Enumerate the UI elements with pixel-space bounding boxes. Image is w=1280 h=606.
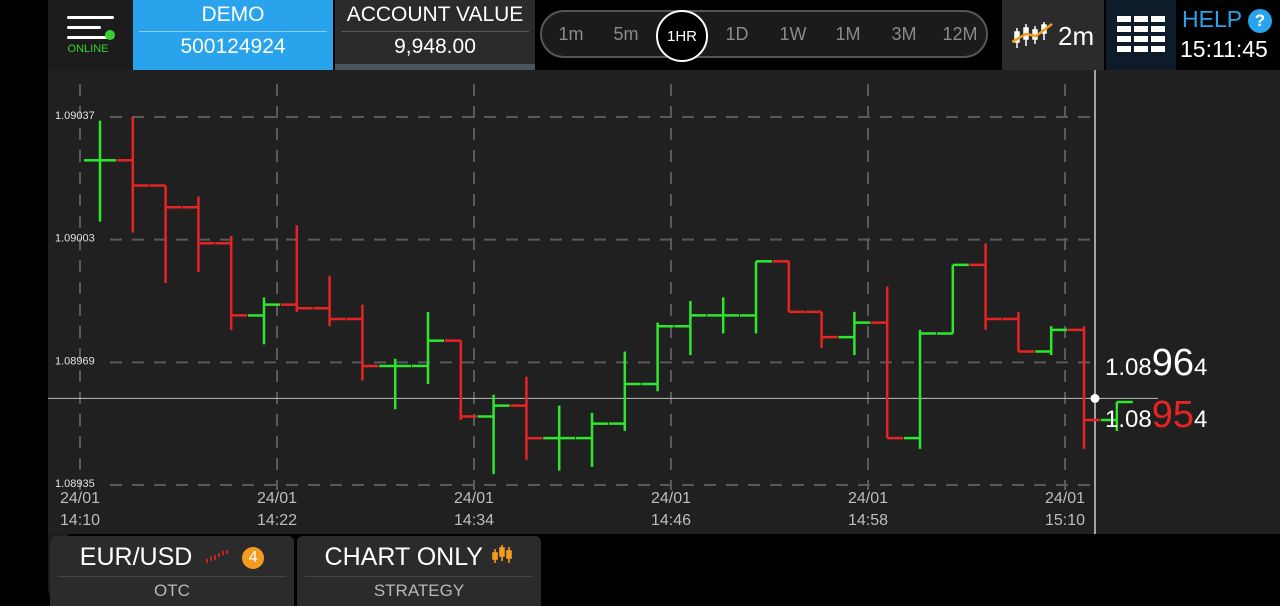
- strategy-candle-icon: [492, 545, 513, 563]
- timeframe-1mo[interactable]: 1M: [823, 12, 873, 56]
- ohlc-bar: [641, 322, 674, 392]
- ask-price-prefix: 1.08: [1105, 354, 1152, 381]
- top-bar: ONLINE DEMO 500124924 ACCOUNT VALUE 9,94…: [0, 0, 1280, 70]
- x-tick-time: 14:10: [60, 512, 100, 529]
- demo-label: DEMO: [201, 3, 265, 26]
- account-value-label: ACCOUNT VALUE: [346, 3, 524, 26]
- ohlc-bar: [84, 120, 116, 222]
- x-tick-date: 24/01: [651, 490, 691, 507]
- layout-grid-button[interactable]: [1106, 0, 1176, 70]
- timeframe-3m[interactable]: 3M: [879, 12, 929, 56]
- ohlc-bar: [116, 117, 149, 233]
- y-tick-label: 1.08969: [55, 355, 95, 367]
- y-tick-label: 1.09037: [55, 110, 95, 122]
- candlestick-icon: [1012, 22, 1053, 48]
- online-status-dot: [105, 30, 115, 40]
- ohlc-bar: [280, 225, 313, 312]
- asset-type: OTC: [154, 581, 190, 600]
- ohlc-bar: [412, 311, 444, 384]
- ohlc-bar: [510, 376, 543, 460]
- timeframe-12m[interactable]: 12M: [935, 12, 985, 56]
- x-tick-date: 24/01: [848, 490, 888, 507]
- ohlc-bar: [248, 297, 280, 345]
- bid-price-prefix: 1.08: [1105, 406, 1152, 433]
- ohlc-bar: [936, 263, 969, 335]
- ohlc-bar: [313, 275, 346, 327]
- ohlc-bar: [477, 394, 510, 475]
- menu-button[interactable]: ONLINE: [48, 0, 133, 70]
- account-value-panel[interactable]: ACCOUNT VALUE 9,948.00: [335, 0, 535, 70]
- bid-price: 1.08954: [1105, 394, 1207, 437]
- asset-selector[interactable]: EUR/USD 4 OTC: [50, 536, 294, 606]
- timeframe-1m[interactable]: 1m: [546, 12, 596, 56]
- ohlc-bar: [379, 358, 412, 410]
- help-link[interactable]: HELP: [1182, 6, 1242, 33]
- x-tick-date: 24/01: [60, 490, 100, 507]
- ask-price-suffix: 4: [1194, 354, 1208, 381]
- ohlc-bar: [740, 260, 772, 334]
- strategy-name: CHART ONLY: [324, 543, 483, 571]
- timeframe-5m[interactable]: 5m: [601, 12, 651, 56]
- ohlc-bar: [674, 301, 707, 356]
- asset-name: EUR/USD: [79, 543, 193, 571]
- ask-price: 1.08964: [1105, 342, 1207, 385]
- bid-price-pips: 95: [1151, 394, 1194, 436]
- x-tick-time: 14:22: [257, 512, 297, 529]
- ohlc-bar: [772, 260, 805, 314]
- ohlc-bar: [576, 412, 608, 467]
- ask-price-pips: 96: [1151, 342, 1194, 384]
- ohlc-bar: [871, 286, 904, 440]
- x-tick-date: 24/01: [257, 490, 297, 507]
- price-chart[interactable]: 1.090371.090031.089691.0893524/0114:1024…: [48, 70, 1280, 534]
- x-tick-date: 24/01: [1045, 490, 1085, 507]
- ohlc-bar: [346, 304, 379, 381]
- mini-chart-icon: [206, 550, 229, 563]
- demo-account-selector[interactable]: DEMO 500124924: [133, 0, 333, 70]
- online-status-label: ONLINE: [67, 43, 109, 55]
- ohlc-bar: [904, 329, 936, 449]
- x-tick-time: 14:58: [848, 512, 888, 529]
- candle-interval-button[interactable]: 2m: [1002, 0, 1104, 70]
- grid-icon: [1117, 16, 1165, 52]
- ohlc-bar: [608, 351, 641, 431]
- ohlc-bar: [1002, 311, 1035, 353]
- x-tick-time: 14:34: [454, 512, 494, 529]
- ohlc-bar: [838, 311, 871, 356]
- x-tick-date: 24/01: [454, 490, 494, 507]
- timeframe-1w[interactable]: 1W: [768, 12, 818, 56]
- ohlc-bar: [1035, 326, 1068, 356]
- ohlc-bar: [149, 184, 182, 283]
- help-icon[interactable]: ?: [1248, 9, 1272, 33]
- y-tick-label: 1.09003: [55, 233, 95, 245]
- ohlc-bar: [444, 339, 477, 421]
- asset-badge: 4: [242, 547, 265, 569]
- timeframe-1hr[interactable]: 1HR: [656, 10, 708, 62]
- x-tick-time: 14:46: [651, 512, 691, 529]
- clock: 15:11:45: [1180, 36, 1268, 62]
- ohlc-bar: [805, 310, 838, 348]
- account-value: 9,948.00: [394, 35, 476, 58]
- timeframe-1d[interactable]: 1D: [712, 12, 762, 56]
- current-price-dot: [1090, 393, 1100, 403]
- y-tick-label: 1.08935: [55, 478, 95, 490]
- strategy-selector[interactable]: CHART ONLY STRATEGY: [297, 536, 541, 606]
- ohlc-bar: [707, 297, 740, 334]
- strategy-label: STRATEGY: [373, 581, 465, 600]
- timeframe-selector: 1m 5m 1HR 1D 1W 1M 3M 12M: [540, 10, 988, 62]
- bid-price-suffix: 4: [1194, 406, 1208, 433]
- ohlc-bar: [969, 243, 1002, 330]
- ohlc-bar: [543, 405, 576, 471]
- x-tick-time: 15:10: [1045, 512, 1085, 529]
- ohlc-bar: [182, 196, 215, 273]
- chart-panel[interactable]: 1.09037 1.09003 1.08969 1.08935 24/01 14:10 24…: [48, 70, 1280, 534]
- demo-account-number: 500124924: [180, 35, 286, 58]
- ohlc-bar: [215, 236, 248, 330]
- candle-interval-value: 2m: [1058, 21, 1095, 51]
